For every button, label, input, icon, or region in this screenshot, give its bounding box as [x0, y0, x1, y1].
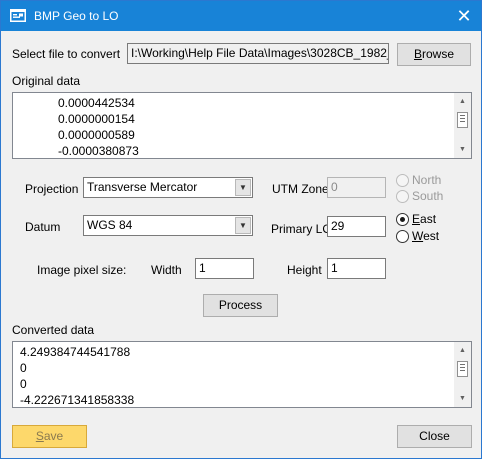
utm-zone-label: UTM Zone [272, 182, 329, 196]
projection-value: Transverse Mercator [87, 180, 198, 194]
browse-button-label: rowse [422, 47, 455, 61]
datum-value: WGS 84 [87, 218, 133, 232]
projection-select[interactable]: Transverse Mercator ▼ [83, 177, 253, 198]
original-data-scrollbar[interactable]: ▲ ▼ [454, 93, 471, 158]
datum-label: Datum [25, 220, 61, 234]
south-radio-label: South [412, 189, 444, 203]
file-path-field[interactable]: I:\Working\Help File Data\Images\3028CB_… [127, 43, 389, 64]
converted-data-label: Converted data [12, 323, 95, 337]
original-data-line: 0.0000442534 [58, 96, 135, 110]
browse-button-accel: B [413, 47, 422, 61]
dialog-window: BMP Geo to LO ✕ Select file to convert I… [0, 0, 482, 459]
datum-select[interactable]: WGS 84 ▼ [83, 215, 253, 236]
north-radio-label: North [412, 173, 442, 187]
converted-data-scrollbar[interactable]: ▲ ▼ [454, 342, 471, 407]
width-label: Width [151, 263, 182, 277]
projection-label: Projection [25, 182, 79, 196]
south-radio[interactable] [396, 190, 409, 203]
west-radio[interactable] [396, 230, 409, 243]
map-window-icon [10, 9, 26, 22]
height-field[interactable]: 1 [327, 258, 386, 279]
scroll-up-icon[interactable]: ▲ [454, 93, 471, 110]
converted-data-line: -4.222671341858338 [20, 393, 135, 407]
save-button[interactable]: Save [12, 425, 87, 448]
original-data-label: Original data [12, 74, 81, 88]
west-radio-label: West [412, 229, 440, 243]
east-radio[interactable] [396, 213, 409, 226]
original-data-line: 0.0000000589 [58, 128, 135, 142]
converted-data-line: 0 [20, 361, 27, 375]
process-button[interactable]: Process [203, 294, 278, 317]
utm-zone-field[interactable]: 0 [327, 177, 386, 198]
original-data-box[interactable]: 0.0000442534 0.0000000154 0.0000000589 -… [12, 92, 472, 159]
height-label: Height [287, 263, 322, 277]
scroll-down-icon[interactable]: ▼ [454, 141, 471, 158]
pixel-size-label: Image pixel size: [37, 263, 127, 277]
select-file-label: Select file to convert [12, 47, 121, 61]
converted-data-line: 4.249384744541788 [20, 345, 131, 359]
chevron-down-icon[interactable]: ▼ [235, 179, 251, 196]
original-data-line: -0.0000380873 [58, 144, 139, 158]
width-field[interactable]: 1 [195, 258, 254, 279]
original-data-line: 0.0000000154 [58, 112, 135, 126]
scroll-thumb[interactable] [457, 361, 468, 377]
scroll-down-icon[interactable]: ▼ [454, 390, 471, 407]
close-window-icon[interactable]: ✕ [447, 1, 481, 31]
primary-lo-label: Primary LO [271, 222, 332, 236]
close-button[interactable]: Close [397, 425, 472, 448]
primary-lo-field[interactable]: 29 [327, 216, 386, 237]
scroll-thumb[interactable] [457, 112, 468, 128]
chevron-down-icon[interactable]: ▼ [235, 217, 251, 234]
browse-button[interactable]: Browse [397, 43, 471, 66]
converted-data-box[interactable]: 4.249384744541788 0 0 -4.222671341858338… [12, 341, 472, 408]
scroll-up-icon[interactable]: ▲ [454, 342, 471, 359]
title-bar[interactable]: BMP Geo to LO ✕ [1, 1, 481, 31]
converted-data-line: 0 [20, 377, 27, 391]
north-radio[interactable] [396, 174, 409, 187]
east-radio-label: East [412, 212, 437, 226]
window-title: BMP Geo to LO [34, 9, 119, 23]
